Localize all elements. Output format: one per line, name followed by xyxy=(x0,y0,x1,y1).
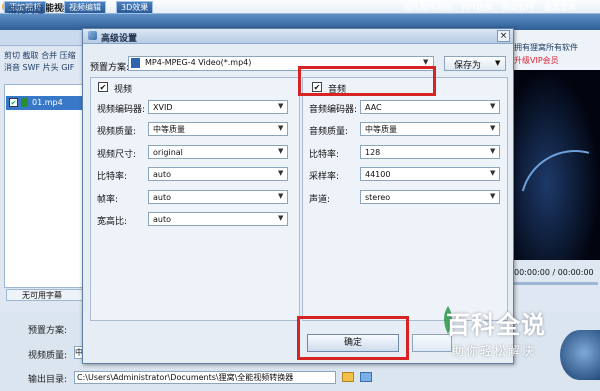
chevron-down-icon[interactable]: ▼ xyxy=(495,59,500,67)
preset-label: 预置方案: xyxy=(90,63,130,73)
video-encoder-label: 视频编码器: xyxy=(97,105,146,115)
aspect-ratio-label: 宽高比: xyxy=(97,217,128,227)
mp4-format-icon xyxy=(131,58,140,68)
chevron-down-icon[interactable]: ▼ xyxy=(278,147,283,155)
sample-rate-select[interactable]: 44100 xyxy=(360,167,500,181)
preset-value: MP4-MPEG-4 Video(*.mp4) xyxy=(145,58,252,67)
audio-bitrate-label: 比特率: xyxy=(309,150,340,160)
chevron-down-icon[interactable]: ▼ xyxy=(423,58,428,66)
save-as-label: 保存为 xyxy=(454,61,482,71)
liwo-guide-link[interactable]: 狸窝宝典 xyxy=(544,2,576,13)
chevron-down-icon[interactable]: ▼ xyxy=(278,169,283,177)
watermark-title: 百科全说 xyxy=(446,311,546,339)
vip-upgrade-link[interactable]: 升级VIP会员 xyxy=(514,55,559,66)
audio-quality-select[interactable]: 中等质量 xyxy=(360,122,500,136)
ppt-convert-link[interactable]: PPT转换 xyxy=(462,2,493,13)
video-quality-label: 视频质量: xyxy=(97,127,137,137)
video-checkbox-label: 视频 xyxy=(114,85,133,95)
dialog-titlebar xyxy=(83,29,513,44)
audio-highlight-box xyxy=(298,66,436,96)
close-button[interactable]: × xyxy=(497,30,510,42)
folder-icon[interactable] xyxy=(342,372,354,382)
edit-tools-row-2[interactable]: 消音 SWF 片头 GIF xyxy=(4,62,74,73)
chevron-down-icon[interactable]: ▼ xyxy=(278,102,283,110)
video-size-label: 视频尺寸: xyxy=(97,150,137,160)
video-file-icon xyxy=(21,98,28,107)
video-size-select[interactable]: original xyxy=(148,145,288,159)
audio-quality-label: 音频质量: xyxy=(309,127,349,137)
chevron-down-icon[interactable]: ▼ xyxy=(490,147,495,155)
3d-effect-button[interactable]: 3D效果 xyxy=(116,1,154,14)
frame-rate-select[interactable]: auto xyxy=(148,190,288,204)
bottom-quality-label: 视频质量: xyxy=(28,351,68,361)
chevron-down-icon[interactable]: ▼ xyxy=(278,192,283,200)
file-name: 01.mp4 xyxy=(32,98,63,107)
settings-icon xyxy=(88,31,97,40)
chevron-down-icon[interactable]: ▼ xyxy=(490,124,495,132)
channel-label: 声道: xyxy=(309,195,331,205)
burn-software-link[interactable]: 刻录软件 xyxy=(502,2,534,13)
edit-tools-row-1[interactable]: 剪切 截取 合并 压缩 xyxy=(4,50,76,61)
video-checkbox[interactable]: ✔ xyxy=(98,82,108,92)
channel-select[interactable]: stereo xyxy=(360,190,500,204)
convert-button[interactable] xyxy=(560,330,600,380)
photo-to-video-link[interactable]: 照片制作视频 xyxy=(404,2,452,13)
sample-rate-label: 采样率: xyxy=(309,172,340,182)
open-folder-icon[interactable] xyxy=(360,372,372,382)
chevron-down-icon[interactable]: ▼ xyxy=(278,124,283,132)
file-list[interactable] xyxy=(4,84,84,288)
frame-rate-label: 帧率: xyxy=(97,195,119,205)
aspect-ratio-select[interactable]: auto xyxy=(148,212,288,226)
video-quality-select[interactable]: 中等质量 xyxy=(148,122,288,136)
video-edit-button[interactable]: 视频编辑 xyxy=(64,1,106,14)
chevron-down-icon[interactable]: ▼ xyxy=(278,214,283,222)
watermark-subtitle: 助你轻松解决 xyxy=(452,344,537,358)
confirm-highlight-box xyxy=(297,316,409,360)
audio-encoder-label: 音频编码器: xyxy=(309,105,358,115)
subtitle-label: 无可用字幕 xyxy=(22,291,62,300)
video-bitrate-label: 比特率: xyxy=(97,172,128,182)
common-questions-label: 常见问题 xyxy=(8,6,45,16)
audio-bitrate-select[interactable]: 128 xyxy=(360,145,500,159)
chevron-down-icon[interactable]: ▼ xyxy=(490,102,495,110)
video-bitrate-select[interactable]: auto xyxy=(148,167,288,181)
time-display: 00:00:00 / 00:00:00 xyxy=(514,268,594,277)
chevron-down-icon[interactable]: ▼ xyxy=(490,192,495,200)
common-questions-header[interactable] xyxy=(0,30,84,46)
seek-bar[interactable] xyxy=(514,282,598,285)
dialog-title: 高级设置 xyxy=(101,34,138,44)
promo-text: 拥有狸窝所有软件 xyxy=(514,43,578,52)
bottom-preset-label: 预置方案: xyxy=(28,326,68,336)
video-encoder-select[interactable]: XVID xyxy=(148,100,288,114)
audio-encoder-select[interactable]: AAC xyxy=(360,100,500,114)
file-checkbox[interactable]: ✔ xyxy=(9,98,18,107)
output-path-field[interactable]: C:\Users\Administrator\Documents\狸窝\全能视频… xyxy=(74,371,336,384)
output-dir-label: 输出目录: xyxy=(28,375,68,385)
chevron-down-icon[interactable]: ▼ xyxy=(490,169,495,177)
